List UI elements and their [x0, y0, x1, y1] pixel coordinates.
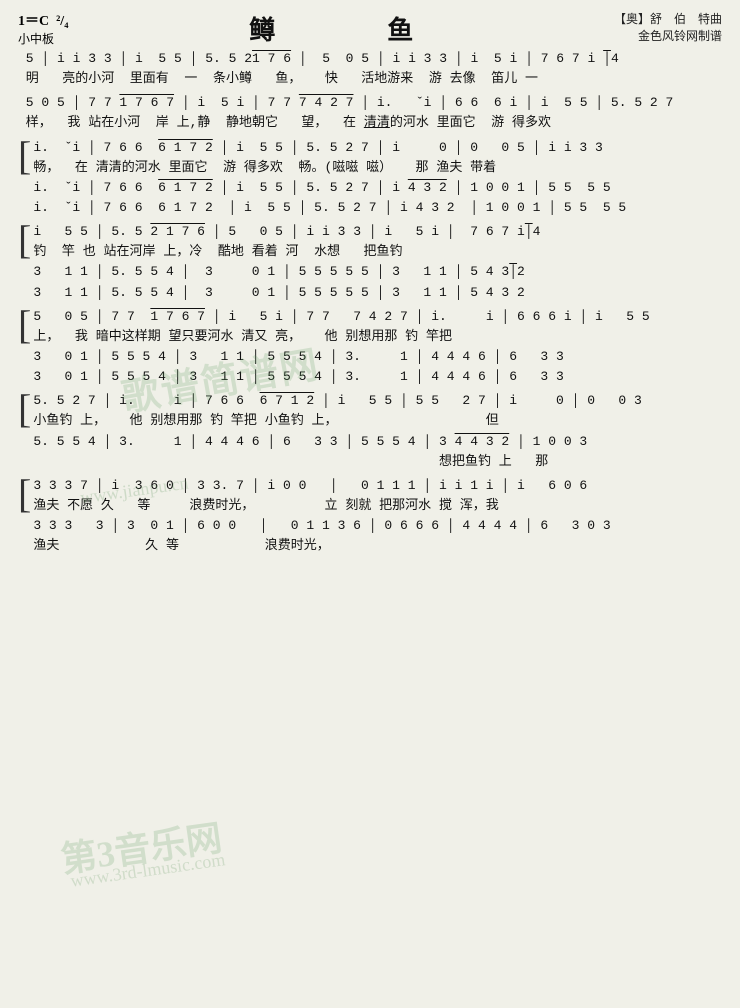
notation-5a: 5 0 5 │ 7 7 1 7 6 7 │ i 5 i │ 7 7 7 4 2 … — [33, 307, 722, 327]
lyrics-4a: 钓 竿 也 站在河岸 上，冷 酷地 看着 河 水想 把鱼钓 — [33, 242, 722, 262]
lyrics-3a: 畅， 在 清清的河水 里面它 游 得多欢 畅。(嗞嗞 嗞） 那 渔夫 带着 — [33, 158, 722, 178]
lyrics-6b: 想把鱼钓 上 那 — [33, 452, 722, 472]
bracket-content-1: i. ˇi │ 7 6 6 6 1 7 2 │ i 5 5 │ 5. 5 2 7… — [33, 138, 722, 219]
bracket-content-4: 5. 5 2 7 │ i. i │ 7 6 6 6 7 1 2 │ i 5 5 … — [33, 391, 722, 472]
watermark-3: 第3音乐网 — [57, 809, 225, 883]
music-content: 5 │ i i 3 3 │ i 5 5 │ 5. 5 21 7 6 │ 5 0 … — [18, 49, 722, 556]
notation-1: 5 │ i i 3 3 │ i 5 5 │ 5. 5 21 7 6 │ 5 0 … — [18, 49, 722, 69]
notation-3b: i. ˇi │ 7 6 6 6 1 7 2 │ i 5 5 │ 5. 5 2 7… — [33, 178, 722, 198]
notation-4b: 3 1 1 │ 5. 5 5 4 │ 3 0 1 │ 5 5 5 5 5 │ 3… — [33, 262, 722, 282]
section-4: [ i 5 5 │ 5. 5 2 1 7 6 │ 5 0 5 │ i i 3 3… — [18, 222, 722, 303]
bracket-open-2: [ — [18, 222, 31, 258]
watermark-4: www.3rd-lmusic.com — [69, 849, 226, 891]
arranger: 金色风铃网制谱 — [614, 27, 722, 44]
notation-6a: 5. 5 2 7 │ i. i │ 7 6 6 6 7 1 2 │ i 5 5 … — [33, 391, 722, 411]
notation-4a: i 5 5 │ 5. 5 2 1 7 6 │ 5 0 5 │ i i 3 3 │… — [33, 222, 722, 242]
bracket-content-3: 5 0 5 │ 7 7 1 7 6 7 │ i 5 i │ 7 7 7 4 2 … — [33, 307, 722, 388]
lyrics-5a: 上， 我 暗中这样期 望只要河水 清又 亮， 他 别想用那 钓 竿把 — [33, 327, 722, 347]
bracket-row-5: [ 3 3 3 7 │ i 3 6 0 │ 3 3. 7 │ i 0 0 │ 0… — [18, 476, 722, 557]
notation-5b: 3 0 1 │ 5 5 5 4 │ 3 1 1 │ 5 5 5 4 │ 3. 1… — [33, 347, 722, 367]
lyrics-5b: 3 0 1 │ 5 5 5 4 │ 3 1 1 │ 5 5 5 4 │ 3. 1… — [33, 367, 722, 387]
bracket-row-2: [ i 5 5 │ 5. 5 2 1 7 6 │ 5 0 5 │ i i 3 3… — [18, 222, 722, 303]
section-1: 5 │ i i 3 3 │ i 5 5 │ 5. 5 21 7 6 │ 5 0 … — [18, 49, 722, 89]
notation-7a: 3 3 3 7 │ i 3 6 0 │ 3 3. 7 │ i 0 0 │ 0 1… — [33, 476, 722, 496]
composer: 【奥】舒 伯 特曲 — [614, 10, 722, 27]
header-right: 【奥】舒 伯 特曲 金色风铃网制谱 — [614, 10, 722, 44]
lyrics-2: 样， 我 站在小河 岸 上,静 静地朝它 望， 在 清清的河水 里面它 游 得多… — [18, 113, 722, 133]
bracket-open-3: [ — [18, 307, 31, 343]
notation-7b: 3 3 3 3 │ 3 0 1 │ 6 0 0 │ 0 1 1 3 6 │ 0 … — [33, 516, 722, 536]
lyrics-3b: i. ˇi │ 7 6 6 6 1 7 2 │ i 5 5 │ 5. 5 2 7… — [33, 198, 722, 218]
section-3: [ i. ˇi │ 7 6 6 6 1 7 2 │ i 5 5 │ 5. 5 2… — [18, 138, 722, 219]
section-5: [ 5 0 5 │ 7 7 1 7 6 7 │ i 5 i │ 7 7 7 4 … — [18, 307, 722, 388]
header-left: 1＝C ²/₄ 小中板 — [18, 10, 68, 47]
section-2: 5 0 5 │ 7 7 1 7 6 7 │ i 5 i │ 7 7 7 4 2 … — [18, 93, 722, 133]
bracket-content-2: i 5 5 │ 5. 5 2 1 7 6 │ 5 0 5 │ i i 3 3 │… — [33, 222, 722, 303]
bracket-row-1: [ i. ˇi │ 7 6 6 6 1 7 2 │ i 5 5 │ 5. 5 2… — [18, 138, 722, 219]
bracket-open-1: [ — [18, 138, 31, 174]
bracket-open-5: [ — [18, 476, 31, 512]
bracket-row-3: [ 5 0 5 │ 7 7 1 7 6 7 │ i 5 i │ 7 7 7 4 … — [18, 307, 722, 388]
notation-2: 5 0 5 │ 7 7 1 7 6 7 │ i 5 i │ 7 7 7 4 2 … — [18, 93, 722, 113]
section-6: [ 5. 5 2 7 │ i. i │ 7 6 6 6 7 1 2 │ i 5 … — [18, 391, 722, 472]
section-7: [ 3 3 3 7 │ i 3 6 0 │ 3 3. 7 │ i 0 0 │ 0… — [18, 476, 722, 557]
tempo: 小中板 — [18, 30, 68, 47]
song-title: 鳟 鱼 — [68, 10, 614, 47]
lyrics-6a: 小鱼钓 上， 他 别想用那 钓 竿把 小鱼钓 上， 但 — [33, 411, 722, 431]
lyrics-4b: 3 1 1 │ 5. 5 5 4 │ 3 0 1 │ 5 5 5 5 5 │ 3… — [33, 283, 722, 303]
lyrics-1: 明 亮的小河 里面有 一 条小鳟 鱼， 快 活地游来 游 去像 笛儿 一 — [18, 69, 722, 89]
bracket-content-5: 3 3 3 7 │ i 3 6 0 │ 3 3. 7 │ i 0 0 │ 0 1… — [33, 476, 722, 557]
header: 1＝C ²/₄ 小中板 鳟 鱼 【奥】舒 伯 特曲 金色风铃网制谱 — [18, 10, 722, 47]
notation-3a: i. ˇi │ 7 6 6 6 1 7 2 │ i 5 5 │ 5. 5 2 7… — [33, 138, 722, 158]
page: 歌谱简谱网 www.jianpu.cn 第3音乐网 www.3rd-lmusic… — [0, 0, 740, 1008]
bracket-open-4: [ — [18, 391, 31, 427]
lyrics-7b: 渔夫 久 等 浪费时光， — [33, 536, 722, 556]
lyrics-7a: 渔夫 不愿 久 等 浪费时光， 立 刻就 把那河水 搅 浑，我 — [33, 496, 722, 516]
key-signature: 1＝C ²/₄ — [18, 10, 68, 30]
bracket-row-4: [ 5. 5 2 7 │ i. i │ 7 6 6 6 7 1 2 │ i 5 … — [18, 391, 722, 472]
notation-6b: 5. 5 5 4 │ 3. 1 │ 4 4 4 6 │ 6 3 3 │ 5 5 … — [33, 432, 722, 452]
